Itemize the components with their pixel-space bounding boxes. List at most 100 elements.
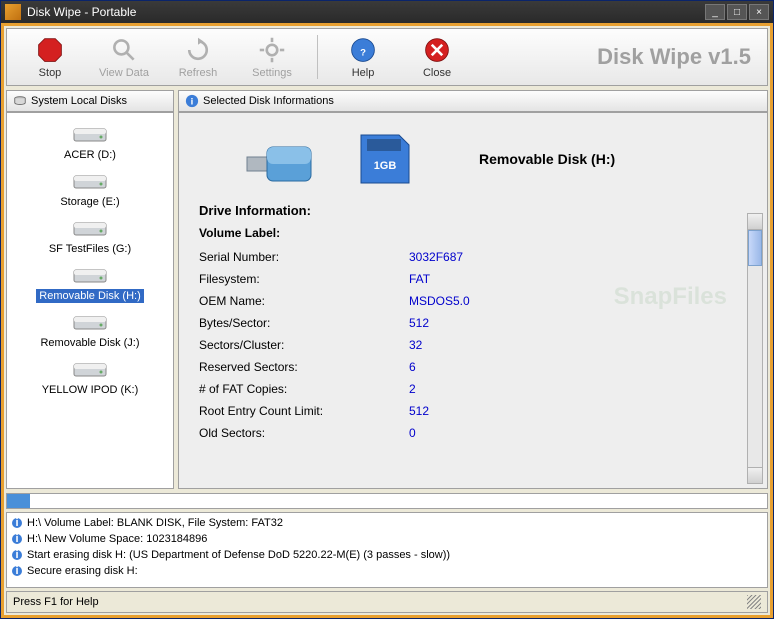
disk-list[interactable]: ACER (D:) Storage (E:) SF TestFiles (G:) Re… — [6, 112, 174, 489]
close-window-button[interactable]: × — [749, 4, 769, 20]
main-panel: i Selected Disk Informations 1GB Removab… — [178, 90, 768, 489]
sidebar: System Local Disks ACER (D:) Storage (E:)… — [6, 90, 174, 489]
info-value: FAT — [409, 272, 430, 286]
log-text: Secure erasing disk H: — [27, 565, 138, 577]
disks-icon — [13, 94, 27, 108]
sidebar-header: System Local Disks — [6, 90, 174, 112]
log-panel[interactable]: i H:\ Volume Label: BLANK DISK, File Syst… — [6, 512, 768, 588]
svg-text:i: i — [15, 533, 18, 545]
settings-button: Settings — [235, 31, 309, 83]
info-key: Serial Number: — [199, 250, 409, 264]
stop-button[interactable]: Stop — [13, 31, 87, 83]
app-icon — [5, 4, 21, 20]
info-key: Old Sectors: — [199, 426, 409, 440]
help-button[interactable]: ? Help — [326, 31, 400, 83]
info-row: Serial Number:3032F687 — [199, 246, 747, 268]
gear-icon — [258, 36, 286, 64]
resize-grip[interactable] — [747, 595, 761, 609]
magnifier-icon — [110, 36, 138, 64]
info-value: 2 — [409, 382, 416, 396]
stop-icon — [36, 36, 64, 64]
info-key: OEM Name: — [199, 294, 409, 308]
brand-label: Disk Wipe v1.5 — [597, 44, 761, 70]
log-line: iStart erasing disk H: (US Department of… — [11, 547, 763, 563]
drive-icon — [72, 311, 108, 333]
disk-item[interactable]: SF TestFiles (G:) — [7, 213, 173, 260]
svg-text:1GB: 1GB — [374, 160, 397, 172]
disk-item[interactable]: Removable Disk (H:) — [7, 260, 173, 307]
log-line: i Secure erasing disk H: — [11, 563, 763, 579]
info-icon: i — [11, 565, 23, 577]
svg-text:i: i — [191, 97, 194, 108]
svg-text:?: ? — [360, 47, 366, 58]
volume-label-heading: Volume Label: — [199, 226, 747, 240]
info-key: Sectors/Cluster: — [199, 338, 409, 352]
info-value: 512 — [409, 316, 429, 330]
disk-label: SF TestFiles (G:) — [46, 242, 134, 256]
close-button[interactable]: Close — [400, 31, 474, 83]
drive-icon — [72, 358, 108, 380]
disk-label: ACER (D:) — [61, 148, 119, 162]
info-value: 512 — [409, 404, 429, 418]
info-row: Root Entry Count Limit:512 — [199, 400, 747, 422]
drive-icon — [72, 170, 108, 192]
svg-text:i: i — [15, 565, 18, 577]
status-text: Press F1 for Help — [13, 596, 99, 608]
close-icon — [423, 36, 451, 64]
info-row: OEM Name:MSDOS5.0 — [199, 290, 747, 312]
progress-bar — [6, 493, 768, 509]
log-text: H:\ New Volume Space: 1023184896 — [27, 533, 207, 545]
disk-item[interactable]: YELLOW IPOD (K:) — [7, 354, 173, 401]
drive-icon — [72, 264, 108, 286]
sd-card-icon: 1GB — [349, 129, 419, 189]
info-key: Root Entry Count Limit: — [199, 404, 409, 418]
info-icon: i — [11, 533, 23, 545]
log-text: H:\ Volume Label: BLANK DISK, File Syste… — [27, 517, 283, 529]
info-key: Bytes/Sector: — [199, 316, 409, 330]
info-icon: i — [185, 94, 199, 108]
help-icon: ? — [349, 36, 377, 64]
view-data-button: View Data — [87, 31, 161, 83]
scroll-thumb[interactable] — [748, 230, 762, 266]
scroll-down-button[interactable] — [748, 467, 762, 483]
minimize-button[interactable]: _ — [705, 4, 725, 20]
info-row: Old Sectors:0 — [199, 422, 747, 444]
info-row: # of FAT Copies:2 — [199, 378, 747, 400]
refresh-icon — [184, 36, 212, 64]
info-scrollbar[interactable] — [747, 213, 763, 484]
log-line: i H:\ New Volume Space: 1023184896 — [11, 531, 763, 547]
info-row: Filesystem:FAT — [199, 268, 747, 290]
info-row: Sectors/Cluster:32 — [199, 334, 747, 356]
disk-item[interactable]: ACER (D:) — [7, 119, 173, 166]
refresh-button: Refresh — [161, 31, 235, 83]
info-value: MSDOS5.0 — [409, 294, 470, 308]
statusbar: Press F1 for Help — [6, 591, 768, 613]
toolbar: Stop View Data Refresh Settings ? — [6, 28, 768, 86]
scroll-up-button[interactable] — [748, 214, 762, 230]
info-icon: i — [11, 517, 23, 529]
disk-item[interactable]: Removable Disk (J:) — [7, 307, 173, 354]
info-key: # of FAT Copies: — [199, 382, 409, 396]
svg-text:i: i — [15, 517, 18, 529]
app-window: Disk Wipe - Portable _ □ × Stop View Dat… — [0, 0, 774, 619]
maximize-button[interactable]: □ — [727, 4, 747, 20]
disk-label: Storage (E:) — [57, 195, 122, 209]
disk-item[interactable]: Storage (E:) — [7, 166, 173, 213]
disk-label: Removable Disk (H:) — [36, 289, 143, 303]
disk-label: Removable Disk (J:) — [37, 336, 142, 350]
info-value: 32 — [409, 338, 422, 352]
disk-label: YELLOW IPOD (K:) — [39, 383, 142, 397]
info-value: 6 — [409, 360, 416, 374]
drive-info-heading: Drive Information: — [199, 203, 747, 218]
toolbar-separator — [317, 35, 318, 79]
drive-title: Removable Disk (H:) — [479, 151, 615, 167]
usb-drive-icon — [239, 129, 319, 189]
info-row: Reserved Sectors:6 — [199, 356, 747, 378]
log-text: Start erasing disk H: (US Department of … — [27, 549, 450, 561]
window-title: Disk Wipe - Portable — [27, 5, 705, 19]
drive-icon — [72, 217, 108, 239]
info-row: Bytes/Sector:512 — [199, 312, 747, 334]
titlebar[interactable]: Disk Wipe - Portable _ □ × — [1, 1, 773, 23]
info-header: i Selected Disk Informations — [178, 90, 768, 112]
info-value: 3032F687 — [409, 250, 463, 264]
